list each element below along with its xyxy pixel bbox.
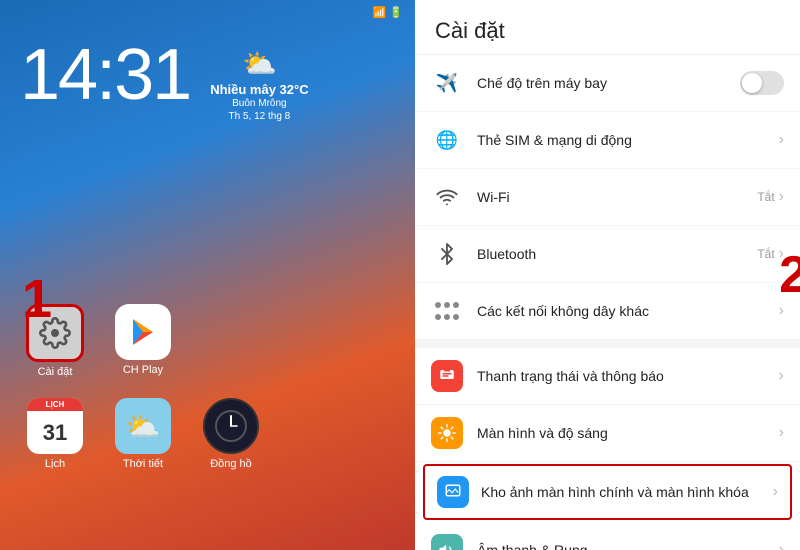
clock-app[interactable]: Đồng hồ [196, 398, 266, 470]
weather-date: Th 5, 12 thg 8 [229, 110, 291, 123]
calendar-label: Lịch [45, 458, 65, 470]
phone-screen: 📶 🔋 14:31 ⛅ Nhiều mây 32°C Buôn Mrông Th… [0, 0, 415, 550]
settings-item-bluetooth[interactable]: Bluetooth Tắt › [415, 226, 800, 283]
settings-item-sound[interactable]: Âm thanh & Rung › [415, 522, 800, 550]
weather-icon: ⛅ [242, 47, 277, 80]
display-label: Màn hình và độ sáng [477, 424, 775, 442]
bluetooth-icon [431, 238, 463, 270]
app-row-2: LỊCH 31 Lịch ⛅ Thời tiết [20, 398, 395, 470]
settings-item-wallpaper[interactable]: Kho ảnh màn hình chính và màn hình khóa … [423, 464, 792, 520]
weather-widget: ⛅ Nhiều mây 32°C Buôn Mrông Th 5, 12 thg… [210, 39, 308, 123]
wifi-chevron: › [779, 188, 784, 206]
notification-icon [431, 360, 463, 392]
notification-label: Thanh trạng thái và thông báo [477, 367, 775, 385]
weather-app[interactable]: ⛅ Thời tiết [108, 398, 178, 470]
play-label: CH Play [123, 364, 163, 376]
wallpaper-chevron: › [773, 483, 778, 501]
settings-list: ✈️ Chế độ trên máy bay 🌐 Thẻ SIM & mạng … [415, 55, 800, 550]
sim-chevron: › [779, 131, 784, 149]
airplane-toggle[interactable] [740, 71, 784, 95]
divider-1 [415, 340, 800, 348]
other-conn-icon [431, 295, 463, 327]
display-icon [431, 417, 463, 449]
weather-app-label: Thời tiết [123, 458, 163, 470]
settings-item-sim[interactable]: 🌐 Thẻ SIM & mạng di động › [415, 112, 800, 169]
status-bar: 📶 🔋 [0, 0, 415, 19]
sim-icon: 🌐 [431, 124, 463, 156]
airplane-icon: ✈️ [431, 67, 463, 99]
wifi-status: Tắt [757, 190, 774, 204]
settings-item-airplane[interactable]: ✈️ Chế độ trên máy bay [415, 55, 800, 112]
notification-chevron: › [779, 367, 784, 385]
sound-chevron: › [779, 541, 784, 550]
step-number-2: 2 [779, 245, 800, 305]
settings-label: Cài đặt [38, 366, 73, 378]
bluetooth-label: Bluetooth [477, 245, 749, 263]
sim-label: Thẻ SIM & mạng di động [477, 131, 775, 149]
clock-label: Đồng hồ [210, 458, 252, 470]
wallpaper-icon [437, 476, 469, 508]
step-number-1: 1 [22, 268, 52, 330]
sound-label: Âm thanh & Rung [477, 541, 775, 550]
wifi-icon [431, 181, 463, 213]
sound-icon [431, 534, 463, 550]
settings-item-notification[interactable]: Thanh trạng thái và thông báo › [415, 348, 800, 405]
settings-item-wifi[interactable]: Wi-Fi Tắt › [415, 169, 800, 226]
weather-temp: Nhiều mây 32°C [210, 82, 308, 97]
other-conn-label: Các kết nối không dây khác [477, 302, 775, 320]
display-chevron: › [779, 424, 784, 442]
settings-title: Cài đặt [415, 0, 800, 55]
bluetooth-status: Tắt [757, 247, 774, 261]
settings-item-display[interactable]: Màn hình và độ sáng › [415, 405, 800, 462]
calendar-app[interactable]: LỊCH 31 Lịch [20, 398, 90, 470]
clock-display: 14:31 [20, 39, 190, 111]
app-grid: Cài đặt [0, 304, 415, 490]
clock-area: 14:31 ⛅ Nhiều mây 32°C Buôn Mrông Th 5, … [0, 19, 415, 123]
settings-panel: Cài đặt ✈️ Chế độ trên máy bay 🌐 Thẻ SIM… [415, 0, 800, 550]
app-row-1: Cài đặt [20, 304, 395, 378]
wallpaper-label: Kho ảnh màn hình chính và màn hình khóa [481, 483, 769, 501]
weather-desc: Buôn Mrông [232, 97, 286, 110]
play-app[interactable]: CH Play [108, 304, 178, 378]
settings-item-other-conn[interactable]: Các kết nối không dây khác › [415, 283, 800, 340]
wifi-label: Wi-Fi [477, 188, 749, 206]
toggle-knob [742, 73, 762, 93]
airplane-label: Chế độ trên máy bay [477, 74, 732, 92]
